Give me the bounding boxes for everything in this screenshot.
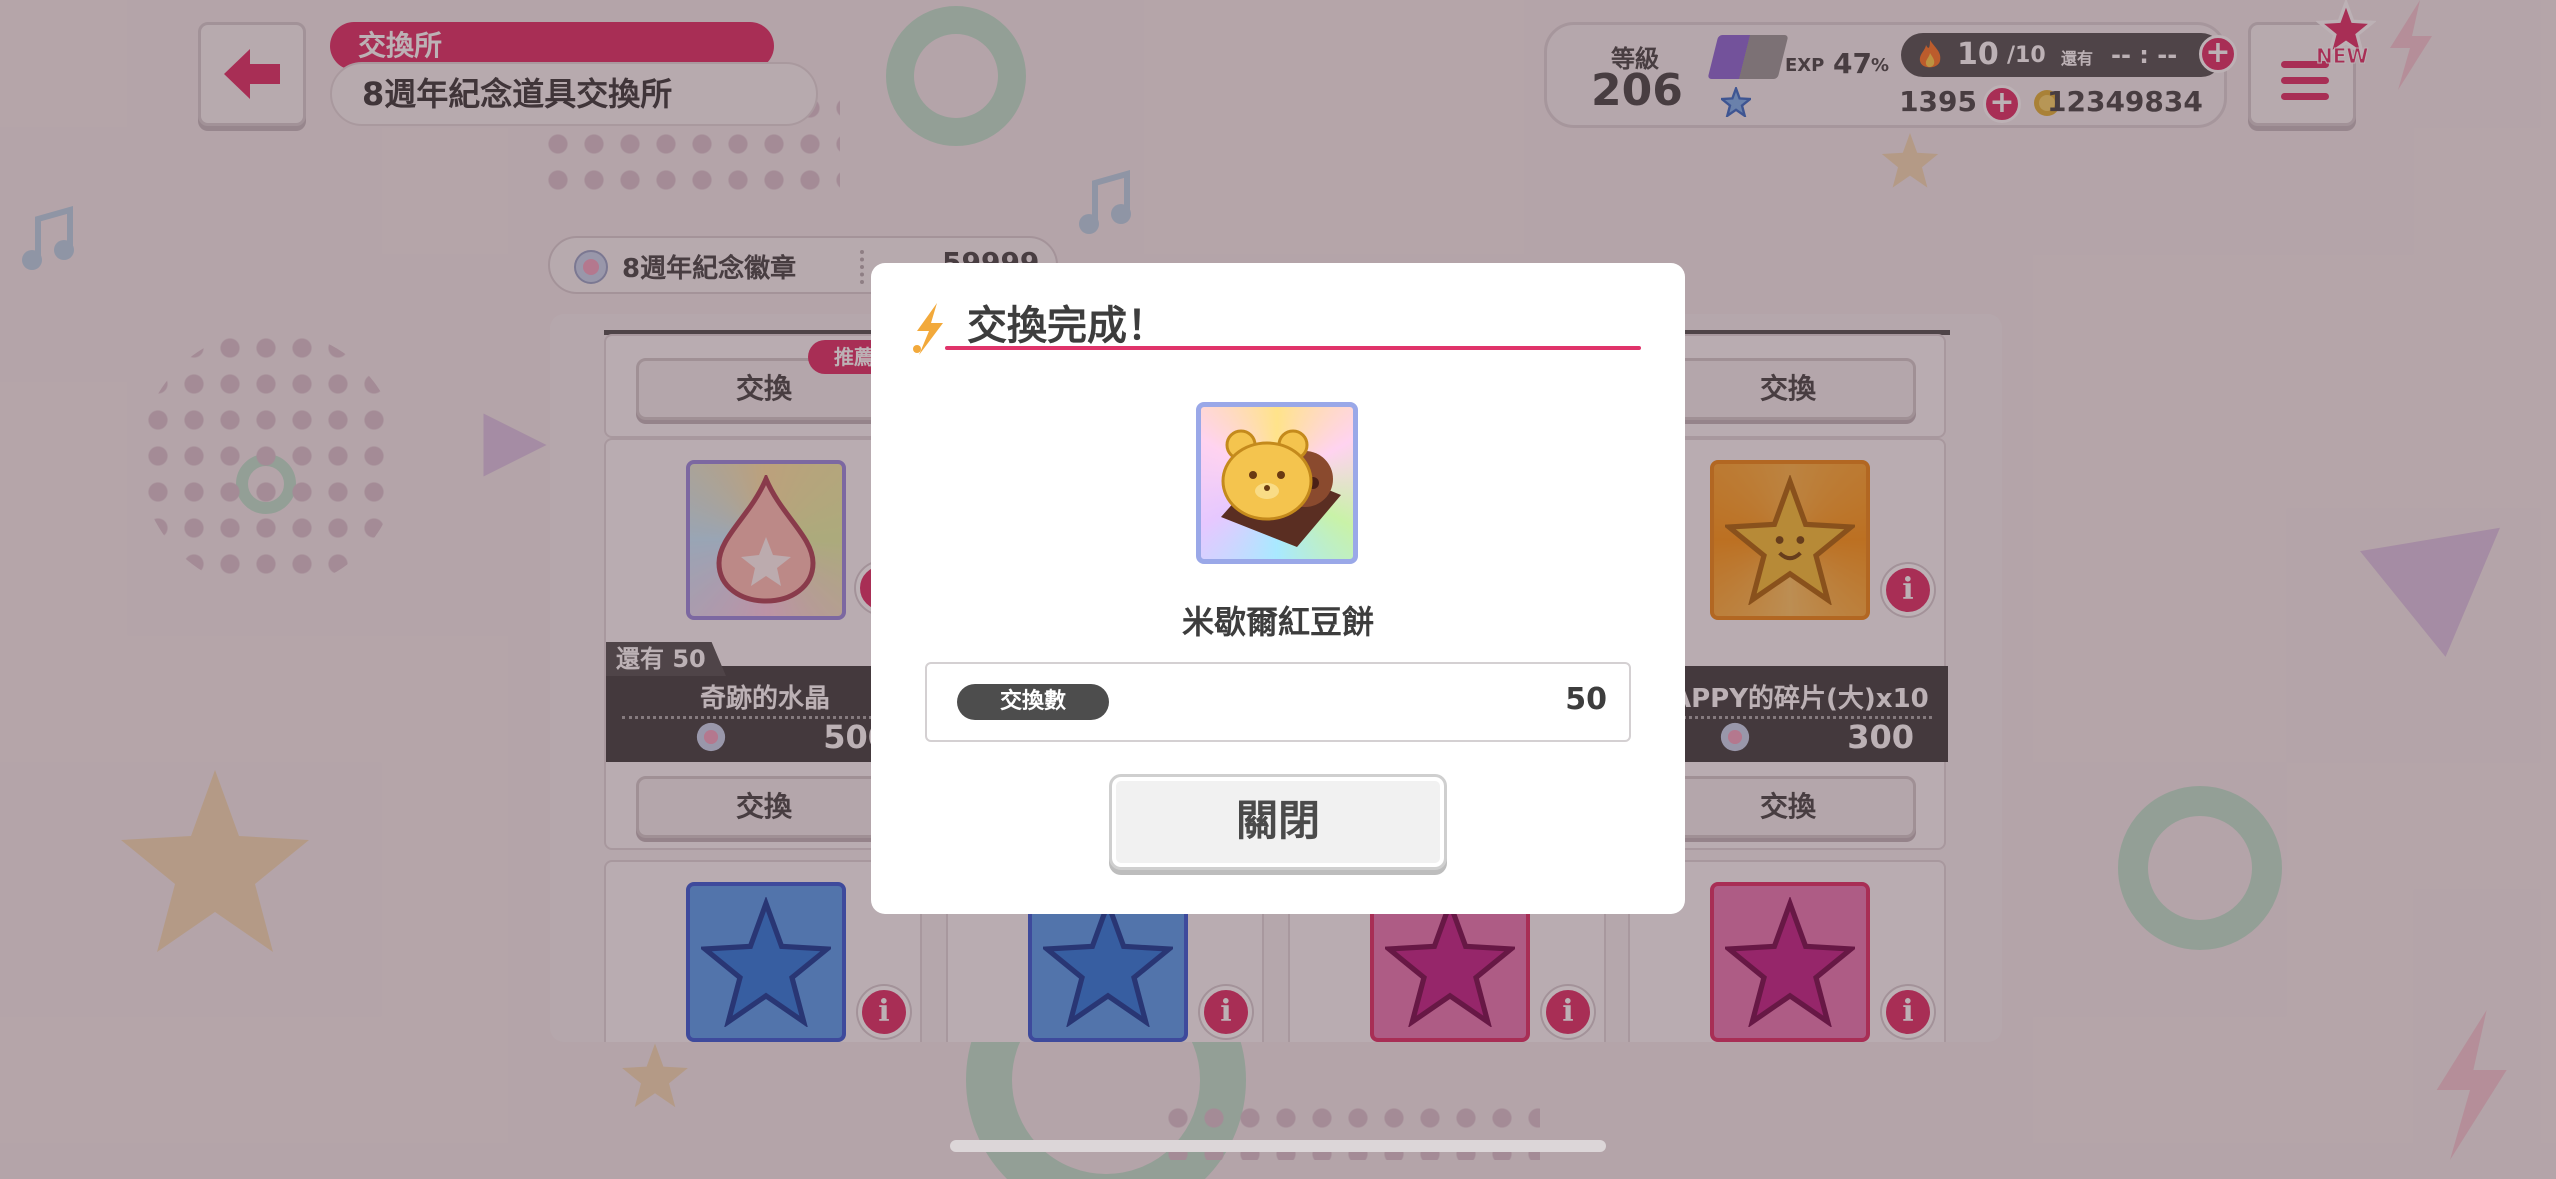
quantity-value: 50	[1565, 682, 1607, 717]
quantity-box: 交換數 50	[925, 662, 1631, 742]
exchange-complete-dialog: 交換完成！ 米歇爾紅豆餅 交換數 50 關閉	[871, 263, 1685, 914]
reward-item-icon	[1196, 402, 1358, 564]
dialog-title: 交換完成！	[967, 303, 1167, 349]
bear-cake-icon	[1221, 429, 1341, 547]
close-button[interactable]: 關閉	[1109, 774, 1447, 870]
reward-item-name: 米歇爾紅豆餅	[1181, 603, 1374, 641]
quantity-label: 交換數	[957, 684, 1109, 720]
title-underline	[945, 346, 1641, 350]
home-indicator[interactable]	[950, 1140, 1606, 1152]
title-bolt-icon	[913, 303, 943, 355]
